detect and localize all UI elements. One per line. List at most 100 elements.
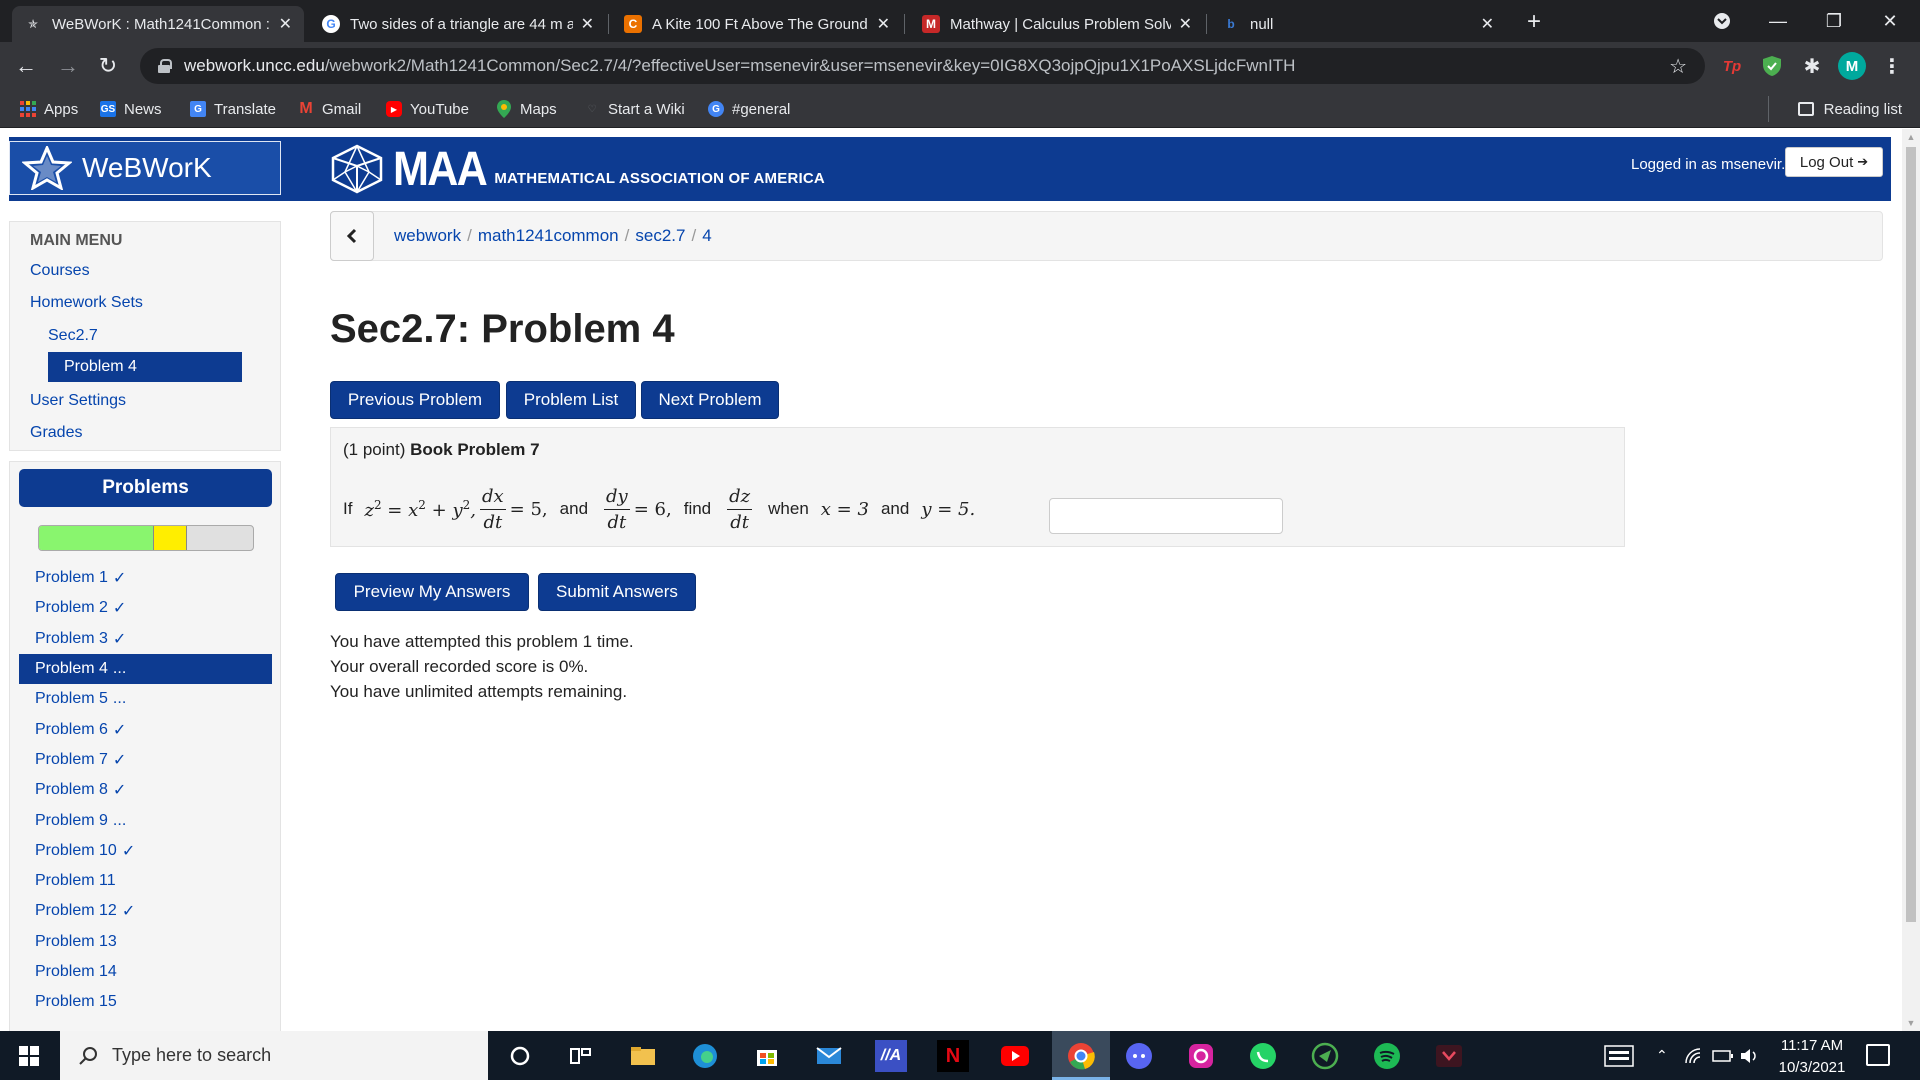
- mail-icon[interactable]: [813, 1040, 845, 1072]
- whatsapp-icon[interactable]: [1247, 1040, 1279, 1072]
- problem-list-item[interactable]: Problem 13: [19, 927, 272, 957]
- back-arrow-icon[interactable]: ←: [10, 50, 42, 82]
- close-icon[interactable]: ✕: [279, 14, 292, 34]
- notification-center-icon[interactable]: [1866, 1044, 1890, 1066]
- tp-extension-icon[interactable]: Tp: [1718, 52, 1746, 80]
- tab-null[interactable]: b null ✕: [1210, 6, 1506, 42]
- tab-webwork[interactable]: ✯ WeBWorK : Math1241Common : ✕: [12, 6, 304, 42]
- chevron-left-icon[interactable]: [330, 211, 374, 261]
- problem-list-item[interactable]: Problem 2 ✓: [19, 593, 272, 623]
- bookmark-news[interactable]: GS News: [100, 90, 162, 128]
- keyboard-icon[interactable]: [1604, 1031, 1634, 1080]
- problem-list-item[interactable]: Problem 5...: [19, 684, 272, 714]
- preview-answers-button[interactable]: Preview My Answers: [335, 573, 529, 611]
- bookmark-start-a-wiki[interactable]: ♡ Start a Wiki: [584, 90, 685, 128]
- breadcrumb-webwork[interactable]: webwork: [394, 226, 461, 246]
- maa-logo[interactable]: MAA MATHEMATICAL ASSOCIATION OF AMERICA: [329, 139, 825, 199]
- send-icon[interactable]: [1309, 1040, 1341, 1072]
- close-icon[interactable]: ✕: [1179, 14, 1192, 34]
- tab-search-icon[interactable]: [1696, 0, 1748, 42]
- problem-list-item[interactable]: Problem 11: [19, 866, 272, 896]
- problem-list: Problem 1 ✓ Problem 2 ✓ Problem 3 ✓ Problem 4.…: [19, 563, 272, 1017]
- menu-link-homework-sets[interactable]: Homework Sets: [30, 294, 143, 312]
- breadcrumb-course[interactable]: math1241common: [478, 226, 619, 246]
- close-icon[interactable]: ✕: [1481, 14, 1494, 34]
- youtube-app-icon[interactable]: [999, 1040, 1031, 1072]
- problem-list-item[interactable]: Problem 4...: [19, 653, 272, 685]
- webwork-logo[interactable]: WeBWorK: [9, 141, 281, 195]
- edge-icon[interactable]: [689, 1040, 721, 1072]
- page-scrollbar[interactable]: ▲ ▼: [1902, 129, 1920, 1031]
- next-problem-button[interactable]: Next Problem: [641, 381, 779, 419]
- close-icon[interactable]: ✕: [581, 14, 594, 34]
- problem-list-item[interactable]: Problem 9...: [19, 805, 272, 835]
- menu-link-problem-4[interactable]: Problem 4: [48, 352, 242, 382]
- menu-link-sec2-7[interactable]: Sec2.7: [48, 327, 98, 345]
- problem-list-item[interactable]: Problem 8 ✓: [19, 775, 272, 805]
- problem-list-item[interactable]: Problem 1 ✓: [19, 563, 272, 593]
- tray-chevron-up-icon[interactable]: ⌃: [1656, 1031, 1668, 1080]
- bookmark-general[interactable]: G #general: [708, 90, 790, 128]
- problem-label: Problem 1: [35, 569, 108, 587]
- microsoft-store-icon[interactable]: [751, 1040, 783, 1072]
- window-close-icon[interactable]: ✕: [1862, 0, 1918, 42]
- more-menu-icon[interactable]: ⋮: [1878, 52, 1906, 80]
- tab-kite[interactable]: C A Kite 100 Ft Above The Ground ✕: [612, 6, 902, 42]
- profile-avatar[interactable]: M: [1838, 52, 1866, 80]
- task-view-icon[interactable]: [565, 1040, 597, 1072]
- battery-icon[interactable]: [1712, 1031, 1734, 1080]
- reload-icon[interactable]: ↻: [92, 50, 124, 82]
- spotify-icon[interactable]: [1371, 1040, 1403, 1072]
- previous-problem-button[interactable]: Previous Problem: [330, 381, 500, 419]
- app-icon[interactable]: //A: [875, 1040, 907, 1072]
- submit-answers-button[interactable]: Submit Answers: [538, 573, 696, 611]
- breadcrumb-set[interactable]: sec2.7: [635, 226, 685, 246]
- tab-mathway[interactable]: M Mathway | Calculus Problem Solv ✕: [910, 6, 1204, 42]
- minimize-icon[interactable]: —: [1750, 0, 1806, 42]
- windows-start-icon[interactable]: [0, 1031, 58, 1080]
- answer-input[interactable]: [1049, 498, 1283, 534]
- cortana-icon[interactable]: [504, 1040, 536, 1072]
- app-check-icon[interactable]: [1433, 1040, 1465, 1072]
- problem-list-item[interactable]: Problem 15: [19, 987, 272, 1017]
- scroll-up-arrow-icon[interactable]: ▲: [1902, 129, 1920, 145]
- restore-icon[interactable]: ❐: [1806, 0, 1862, 42]
- problem-list-item[interactable]: Problem 3 ✓: [19, 624, 272, 654]
- netflix-icon[interactable]: N: [937, 1040, 969, 1072]
- logout-button[interactable]: Log Out ➔: [1785, 147, 1883, 177]
- wifi-icon[interactable]: [1684, 1031, 1704, 1080]
- instagram-icon[interactable]: [1185, 1040, 1217, 1072]
- problem-list-button[interactable]: Problem List: [506, 381, 636, 419]
- bookmark-gmail[interactable]: M Gmail: [298, 90, 361, 128]
- close-icon[interactable]: ✕: [877, 14, 890, 34]
- extensions-puzzle-icon[interactable]: ✱: [1798, 52, 1826, 80]
- tab-triangle[interactable]: G Two sides of a triangle are 44 m a ✕: [310, 6, 606, 42]
- bookmark-apps[interactable]: Apps: [20, 90, 78, 128]
- bookmark-translate[interactable]: G Translate: [190, 90, 276, 128]
- scroll-down-arrow-icon[interactable]: ▼: [1902, 1015, 1920, 1031]
- problem-list-item[interactable]: Problem 6 ✓: [19, 714, 272, 744]
- problem-list-item[interactable]: Problem 7 ✓: [19, 745, 272, 775]
- problem-list-item[interactable]: Problem 14: [19, 957, 272, 987]
- forward-arrow-icon[interactable]: →: [52, 50, 84, 82]
- reading-list-button[interactable]: Reading list: [1767, 90, 1902, 128]
- problem-list-item[interactable]: Problem 10 ✓: [19, 836, 272, 866]
- volume-icon[interactable]: [1740, 1031, 1760, 1080]
- chrome-icon[interactable]: [1065, 1040, 1097, 1072]
- bookmark-youtube[interactable]: ▶ YouTube: [386, 90, 469, 128]
- scrollbar-thumb[interactable]: [1906, 147, 1916, 922]
- menu-link-courses[interactable]: Courses: [30, 262, 90, 280]
- menu-link-grades[interactable]: Grades: [30, 424, 82, 442]
- file-explorer-icon[interactable]: [627, 1040, 659, 1072]
- menu-link-user-settings[interactable]: User Settings: [30, 392, 126, 410]
- bookmark-maps[interactable]: Maps: [496, 90, 557, 128]
- problem-list-item[interactable]: Problem 12 ✓: [19, 896, 272, 926]
- bookmark-star-icon[interactable]: ☆: [1669, 54, 1687, 79]
- discord-icon[interactable]: [1123, 1040, 1155, 1072]
- taskbar-search-box[interactable]: Type here to search: [60, 1031, 488, 1080]
- webwork-star-icon: ✯: [27, 17, 39, 31]
- address-bar[interactable]: webwork.uncc.edu/webwork2/Math1241Common…: [140, 48, 1705, 84]
- new-tab-plus-icon[interactable]: +: [1520, 8, 1548, 36]
- shield-extension-icon[interactable]: [1758, 52, 1786, 80]
- taskbar-clock[interactable]: 11:17 AM 10/3/2021: [1770, 1035, 1854, 1079]
